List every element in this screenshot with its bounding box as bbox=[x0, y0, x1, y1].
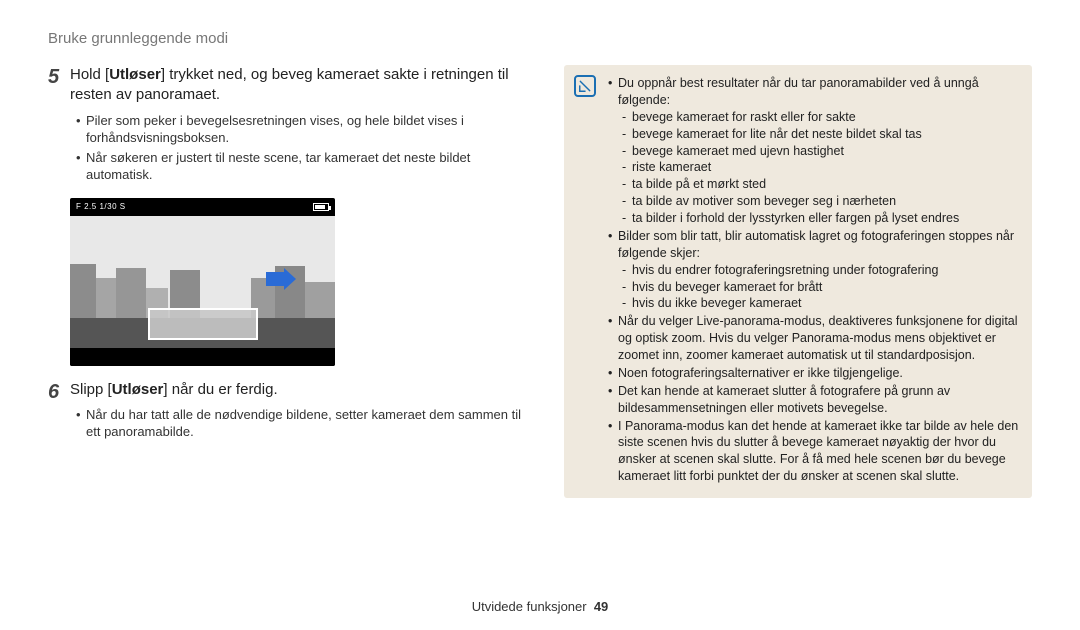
footer-page: 49 bbox=[594, 599, 608, 614]
tip-item: Det kan hende at kameraet slutter å foto… bbox=[608, 383, 1020, 417]
step-5-bullets: Piler som peker i bevegelsesretningen vi… bbox=[76, 112, 538, 184]
step-6-text: Slipp [Utløser] når du er ferdig. bbox=[70, 380, 538, 400]
step-5: 5 Hold [Utløser] trykket ned, og beveg k… bbox=[48, 65, 538, 192]
tip-item: Du oppnår best resultater når du tar pan… bbox=[608, 75, 1020, 227]
step-6: 6 Slipp [Utløser] når du er ferdig. Når … bbox=[48, 380, 538, 449]
footer-section: Utvidede funksjoner bbox=[472, 599, 587, 614]
tip-sub-item: ta bilde av motiver som beveger seg i næ… bbox=[622, 193, 1020, 210]
step-number: 6 bbox=[48, 380, 70, 449]
panorama-preview-box bbox=[148, 308, 258, 340]
camera-preview-illustration: F 2.5 1/30 S bbox=[70, 198, 335, 366]
list-item: Piler som peker i bevegelsesretningen vi… bbox=[76, 112, 538, 147]
step-6-post: ] når du er ferdig. bbox=[163, 381, 277, 398]
tip-sub-item: ta bilde på et mørkt sted bbox=[622, 176, 1020, 193]
tip-sub-item: bevege kameraet for raskt eller for sakt… bbox=[622, 109, 1020, 126]
step-6-bullets: Når du har tatt alle de nødvendige bilde… bbox=[76, 406, 538, 441]
step-number: 5 bbox=[48, 65, 70, 192]
list-item: Når søkeren er justert til neste scene, … bbox=[76, 149, 538, 184]
step-5-bold: Utløser bbox=[109, 66, 161, 83]
tip-item: Når du velger Live-panorama-modus, deakt… bbox=[608, 313, 1020, 364]
exposure-readout: F 2.5 1/30 S bbox=[76, 202, 126, 211]
step-5-text: Hold [Utløser] trykket ned, og beveg kam… bbox=[70, 65, 538, 106]
tip-sub-item: riste kameraet bbox=[622, 159, 1020, 176]
tip-sub-item: hvis du endrer fotograferingsretning und… bbox=[622, 262, 1020, 279]
page-footer: Utvidede funksjoner 49 bbox=[0, 599, 1080, 614]
tip-sub-item: bevege kameraet med ujevn hastighet bbox=[622, 143, 1020, 160]
page-header: Bruke grunnleggende modi bbox=[48, 30, 1032, 47]
step-5-pre: Hold [ bbox=[70, 66, 109, 83]
direction-arrow-icon bbox=[266, 268, 296, 290]
note-icon bbox=[574, 75, 596, 97]
tip-box: Du oppnår best resultater når du tar pan… bbox=[564, 65, 1032, 498]
tip-sub-item: ta bilder i forhold der lysstyrken eller… bbox=[622, 210, 1020, 227]
tip-sub-item: hvis du ikke beveger kameraet bbox=[622, 295, 1020, 312]
battery-icon bbox=[313, 203, 329, 211]
tip-sub-item: bevege kameraet for lite når det neste b… bbox=[622, 126, 1020, 143]
content-columns: 5 Hold [Utløser] trykket ned, og beveg k… bbox=[48, 65, 1032, 498]
tip-item: Bilder som blir tatt, blir automatisk la… bbox=[608, 228, 1020, 312]
step-6-bold: Utløser bbox=[112, 381, 164, 398]
list-item: Når du har tatt alle de nødvendige bilde… bbox=[76, 406, 538, 441]
tip-sub-item: hvis du beveger kameraet for brått bbox=[622, 279, 1020, 296]
left-column: 5 Hold [Utløser] trykket ned, og beveg k… bbox=[48, 65, 538, 498]
step-6-pre: Slipp [ bbox=[70, 381, 112, 398]
right-column: Du oppnår best resultater når du tar pan… bbox=[564, 65, 1032, 498]
tip-item: I Panorama-modus kan det hende at kamera… bbox=[608, 418, 1020, 486]
tip-item: Noen fotograferingsalternativer er ikke … bbox=[608, 365, 1020, 382]
